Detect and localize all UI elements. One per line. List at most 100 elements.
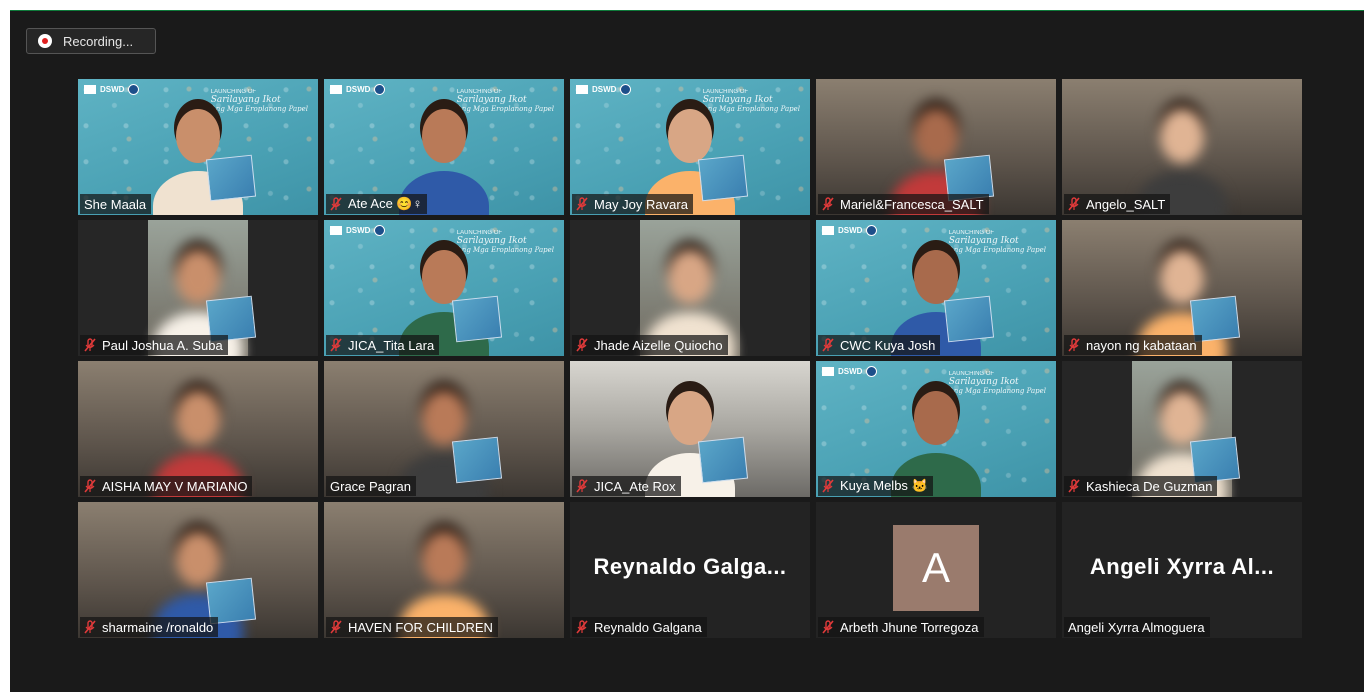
participant-tile[interactable]: Angeli Xyrra Al... Angeli Xyrra Almoguera bbox=[1062, 502, 1302, 638]
participant-face bbox=[1160, 391, 1204, 445]
banner-text: LAUNCHING OF Sarilayang Ikot Ang Mga Eropl… bbox=[456, 230, 554, 254]
avatar: A bbox=[893, 525, 979, 611]
participant-display-name: Angeli Xyrra Al... bbox=[1089, 554, 1275, 579]
participant-tile[interactable]: sharmaine /ronaldo bbox=[78, 502, 318, 638]
participant-tile[interactable]: HAVEN FOR CHILDREN bbox=[324, 502, 564, 638]
participant-tile[interactable]: DSWD LAUNCHING OF Sarilayang Ikot Ang Mga E… bbox=[324, 79, 564, 215]
participant-name-tag: JICA_Ate Rox bbox=[572, 476, 681, 496]
participant-face bbox=[1160, 109, 1204, 163]
participant-tile[interactable]: Paul Joshua A. Suba bbox=[78, 220, 318, 356]
participant-face bbox=[176, 391, 220, 445]
participant-face bbox=[176, 532, 220, 586]
participant-tile[interactable]: Angelo_SALT bbox=[1062, 79, 1302, 215]
participant-name: CWC Kuya Josh bbox=[840, 337, 936, 353]
participant-tile[interactable]: AISHA MAY V MARIANO bbox=[78, 361, 318, 497]
participant-name: AISHA MAY V MARIANO bbox=[102, 478, 248, 494]
muted-mic-icon bbox=[822, 620, 834, 634]
participant-name-tag: nayon ng kabataan bbox=[1064, 335, 1202, 355]
participant-tile[interactable]: DSWD LAUNCHING OF Sarilayang Ikot Ang Mga E… bbox=[816, 220, 1056, 356]
participant-tile[interactable]: Mariel&Francesca_SALT bbox=[816, 79, 1056, 215]
participant-name-tag: Reynaldo Galgana bbox=[572, 617, 707, 637]
participant-name: nayon ng kabataan bbox=[1086, 337, 1197, 353]
participant-name-tag: HAVEN FOR CHILDREN bbox=[326, 617, 498, 637]
participant-face bbox=[422, 250, 466, 304]
muted-mic-icon bbox=[84, 338, 96, 352]
participant-name-tag: sharmaine /ronaldo bbox=[80, 617, 219, 637]
book-prop bbox=[943, 295, 995, 343]
participant-name-tag: JICA_Tita Lara bbox=[326, 335, 440, 355]
muted-mic-icon bbox=[822, 479, 834, 493]
muted-mic-icon bbox=[822, 338, 834, 352]
muted-mic-icon bbox=[1068, 338, 1080, 352]
muted-mic-icon bbox=[576, 479, 588, 493]
participant-tile[interactable]: DSWD LAUNCHING OF Sarilayang Ikot Ang Mga E… bbox=[570, 79, 810, 215]
participant-face bbox=[914, 109, 958, 163]
participant-tile[interactable]: Reynaldo Galga... Reynaldo Galgana bbox=[570, 502, 810, 638]
muted-mic-icon bbox=[330, 620, 342, 634]
participant-face bbox=[1160, 250, 1204, 304]
participant-name-tag: Paul Joshua A. Suba bbox=[80, 335, 228, 355]
banner-text: LAUNCHING OF Sarilayang Ikot Ang Mga Eropl… bbox=[210, 89, 308, 113]
muted-mic-icon bbox=[84, 620, 96, 634]
participant-tile[interactable]: Grace Pagran bbox=[324, 361, 564, 497]
dswd-logo: DSWD bbox=[330, 225, 386, 236]
participant-name-tag: Ate Ace 😊♀ bbox=[326, 194, 428, 214]
banner-text: LAUNCHING OF Sarilayang Ikot Ang Mga Eropl… bbox=[948, 230, 1046, 254]
participant-face bbox=[176, 250, 220, 304]
recording-indicator[interactable]: Recording... bbox=[26, 28, 156, 54]
participant-face bbox=[914, 391, 958, 445]
muted-mic-icon bbox=[330, 338, 342, 352]
participant-name: Ate Ace 😊♀ bbox=[348, 196, 423, 211]
banner-text: LAUNCHING OF Sarilayang Ikot Ang Mga Eropl… bbox=[948, 371, 1046, 395]
muted-mic-icon bbox=[1068, 479, 1080, 493]
participant-name: JICA_Tita Lara bbox=[348, 337, 435, 353]
participant-face bbox=[422, 109, 466, 163]
record-icon bbox=[38, 34, 52, 48]
banner-text: LAUNCHING OF Sarilayang Ikot Ang Mga Eropl… bbox=[702, 89, 800, 113]
participant-name-tag: Jhade Aizelle Quiocho bbox=[572, 335, 728, 355]
dswd-logo: DSWD bbox=[822, 225, 878, 236]
participant-tile[interactable]: DSWD LAUNCHING OF Sarilayang Ikot Ang Mga E… bbox=[816, 361, 1056, 497]
book-prop bbox=[697, 436, 749, 484]
participant-name-tag: Angelo_SALT bbox=[1064, 194, 1171, 214]
participant-tile[interactable]: JICA_Ate Rox bbox=[570, 361, 810, 497]
participant-tile[interactable]: A Arbeth Jhune Torregoza bbox=[816, 502, 1056, 638]
dswd-logo: DSWD bbox=[822, 366, 878, 377]
participant-tile[interactable]: Kashieca De Guzman bbox=[1062, 361, 1302, 497]
participant-name-tag: CWC Kuya Josh bbox=[818, 335, 941, 355]
participant-name-tag: Mariel&Francesca_SALT bbox=[818, 194, 989, 214]
participant-name: Mariel&Francesca_SALT bbox=[840, 196, 984, 212]
participant-name-tag: She Maala bbox=[80, 194, 152, 214]
participant-face bbox=[176, 109, 220, 163]
muted-mic-icon bbox=[576, 197, 588, 211]
participant-tile[interactable]: Jhade Aizelle Quiocho bbox=[570, 220, 810, 356]
participant-name: Arbeth Jhune Torregoza bbox=[840, 619, 979, 635]
gallery-grid: DSWD LAUNCHING OF Sarilayang Ikot Ang Mga E… bbox=[78, 79, 1302, 638]
dswd-logo: DSWD bbox=[576, 84, 632, 95]
participant-name-tag: Kashieca De Guzman bbox=[1064, 476, 1218, 496]
participant-name: JICA_Ate Rox bbox=[594, 478, 676, 494]
muted-mic-icon bbox=[1068, 197, 1080, 211]
participant-name-tag: AISHA MAY V MARIANO bbox=[80, 476, 253, 496]
participant-display-name: Reynaldo Galga... bbox=[593, 554, 787, 579]
participant-tile[interactable]: nayon ng kabataan bbox=[1062, 220, 1302, 356]
dswd-logo: DSWD bbox=[330, 84, 386, 95]
muted-mic-icon bbox=[822, 197, 834, 211]
participant-name: She Maala bbox=[84, 196, 147, 212]
participant-name: Paul Joshua A. Suba bbox=[102, 337, 223, 353]
participant-name-tag: May Joy Ravara bbox=[572, 194, 693, 214]
recording-label: Recording... bbox=[63, 33, 134, 49]
participant-tile[interactable]: DSWD LAUNCHING OF Sarilayang Ikot Ang Mga E… bbox=[324, 220, 564, 356]
participant-name: Kuya Melbs 🐱 bbox=[840, 478, 928, 493]
participant-name-tag: Grace Pagran bbox=[326, 476, 416, 496]
participant-name: HAVEN FOR CHILDREN bbox=[348, 619, 493, 635]
participant-face bbox=[914, 250, 958, 304]
participant-face bbox=[422, 391, 466, 445]
muted-mic-icon bbox=[84, 479, 96, 493]
participant-face bbox=[422, 532, 466, 586]
participant-name: May Joy Ravara bbox=[594, 196, 688, 212]
book-prop bbox=[205, 154, 257, 202]
book-prop bbox=[697, 154, 749, 202]
participant-name: Grace Pagran bbox=[330, 478, 411, 494]
participant-tile[interactable]: DSWD LAUNCHING OF Sarilayang Ikot Ang Mga E… bbox=[78, 79, 318, 215]
